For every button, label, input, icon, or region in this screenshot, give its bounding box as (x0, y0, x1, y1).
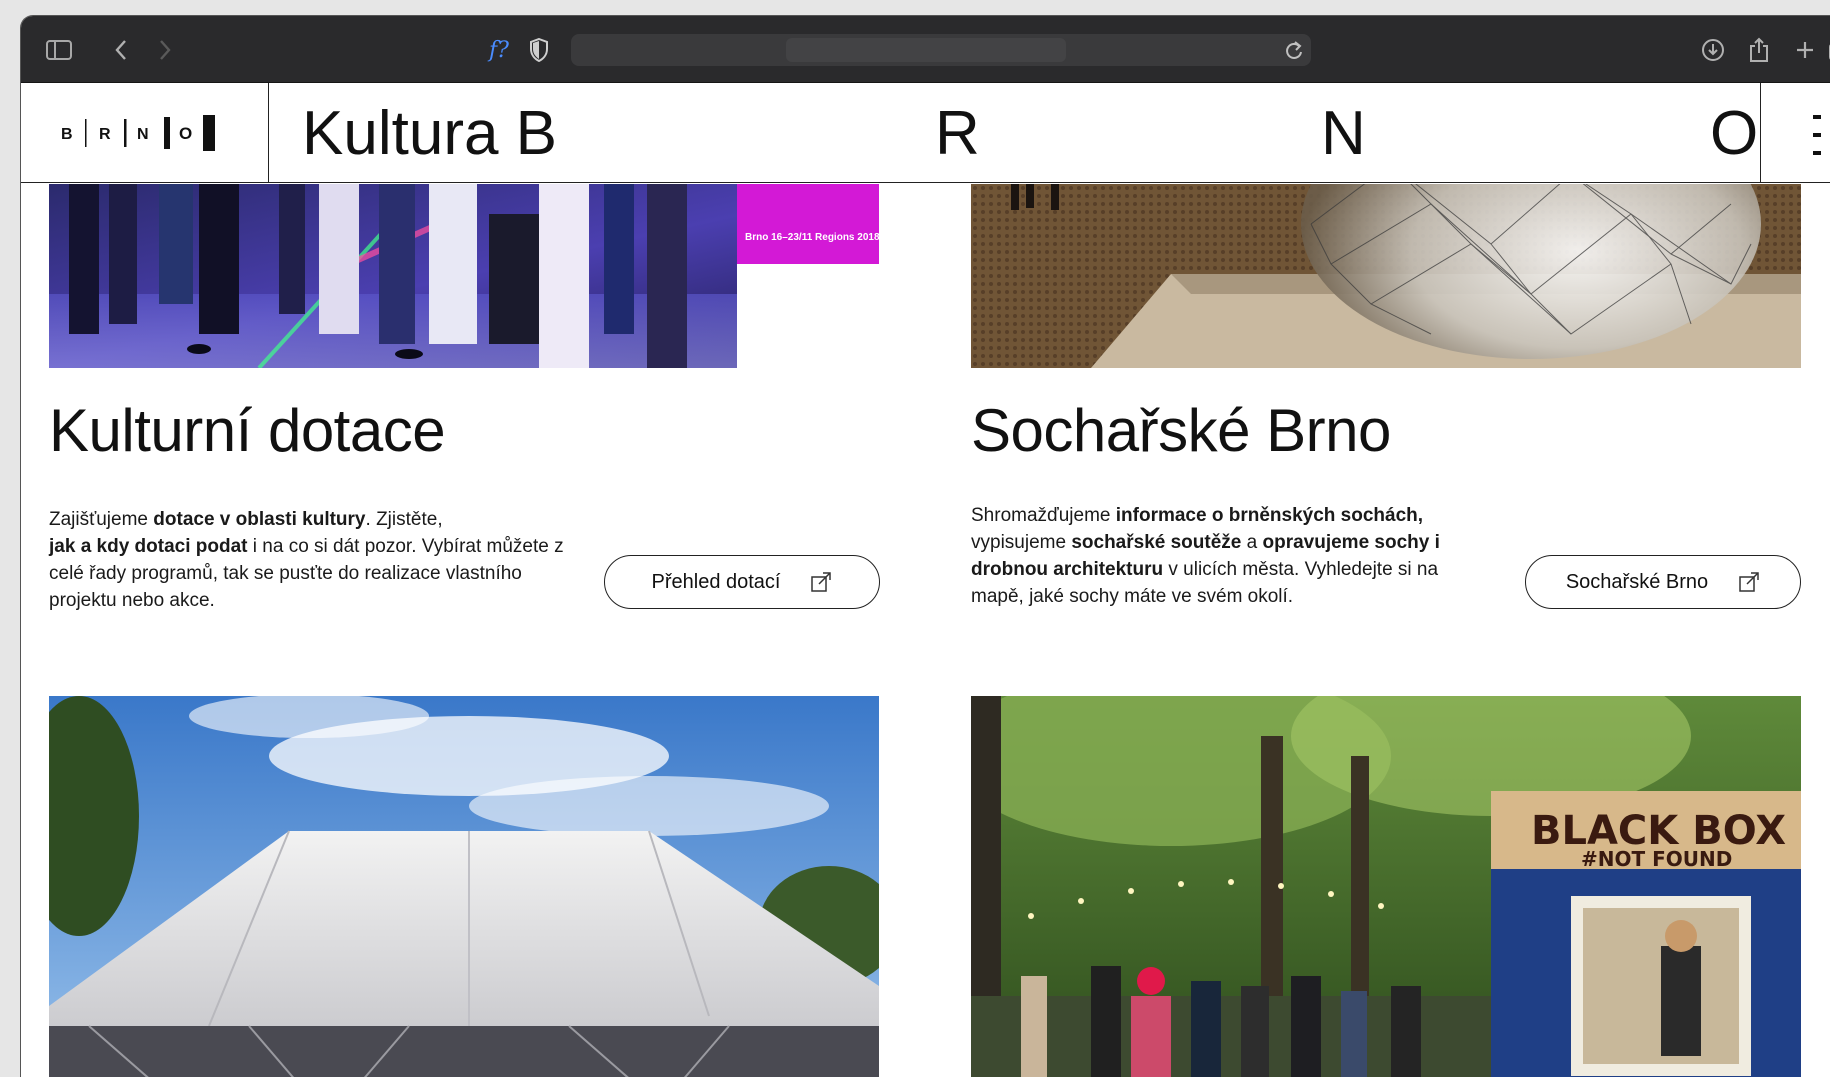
svg-text:B: B (61, 126, 73, 143)
brno-logo[interactable]: B R N O (21, 83, 269, 183)
card-title-socharske: Sochařské Brno (971, 397, 1391, 464)
black-box-photo[interactable]: BLACK BOX #NOT FOUND (971, 696, 1801, 1077)
card-image-socharske[interactable] (971, 184, 1801, 368)
tent-photo[interactable] (49, 696, 879, 1077)
external-link-icon (1739, 572, 1759, 592)
share-icon[interactable] (1745, 36, 1773, 64)
site-header: B R N O Kultura B R N O (21, 83, 1830, 183)
shield-icon[interactable] (525, 36, 553, 64)
address-text-field[interactable] (786, 38, 1066, 62)
title-letter-o: O (1710, 99, 1759, 168)
menu-button[interactable] (1761, 83, 1830, 183)
back-icon[interactable] (107, 36, 135, 64)
new-tab-icon[interactable] (1791, 36, 1819, 64)
socharske-brno-label: Sochařské Brno (1565, 570, 1709, 593)
not-found-sign: #NOT FOUND (1581, 847, 1732, 871)
title-text: Kultura B (302, 99, 558, 168)
card-title-dotace: Kulturní dotace (49, 397, 446, 464)
sidebar-icon[interactable] (45, 36, 73, 64)
card-text-dotace: Zajišťujeme dotace v oblasti kultury. Zj… (49, 509, 564, 611)
svg-text:O: O (179, 124, 192, 143)
reload-icon[interactable] (1283, 38, 1305, 67)
title-letter-r: R (935, 99, 980, 168)
header-title[interactable]: Kultura B R N O (269, 83, 1761, 183)
browser-window: f? B R N O Kultura B R N O Brno 16–23/11… (21, 16, 1830, 1077)
prehled-dotaci-button[interactable]: Přehled dotací (604, 555, 880, 609)
external-link-icon (811, 572, 832, 592)
download-icon[interactable] (1699, 36, 1727, 64)
svg-text:N: N (137, 126, 149, 143)
address-bar[interactable] (571, 34, 1311, 66)
svg-text:Brno 16–23/11 Regions 2018: Brno 16–23/11 Regions 2018 (745, 232, 879, 243)
socharske-brno-button[interactable]: Sochařské Brno (1525, 555, 1801, 609)
formula-icon[interactable]: f? (481, 36, 517, 64)
hamburger-icon (1813, 115, 1830, 155)
card-image-dotace[interactable]: Brno 16–23/11 Regions 2018 (49, 184, 879, 368)
svg-text:R: R (99, 126, 111, 143)
browser-toolbar: f? (21, 16, 1830, 83)
brno-logo-mark: B R N O (61, 115, 215, 151)
prehled-dotaci-label: Přehled dotací (651, 570, 781, 593)
formula-label: f? (489, 37, 509, 63)
forward-icon[interactable] (151, 36, 179, 64)
title-letter-n: N (1321, 99, 1366, 168)
page-content: Brno 16–23/11 Regions 2018 Kulturní dota… (21, 184, 1830, 1077)
card-text-socharske: Shromažďujeme informace o brněnských soc… (971, 505, 1440, 607)
